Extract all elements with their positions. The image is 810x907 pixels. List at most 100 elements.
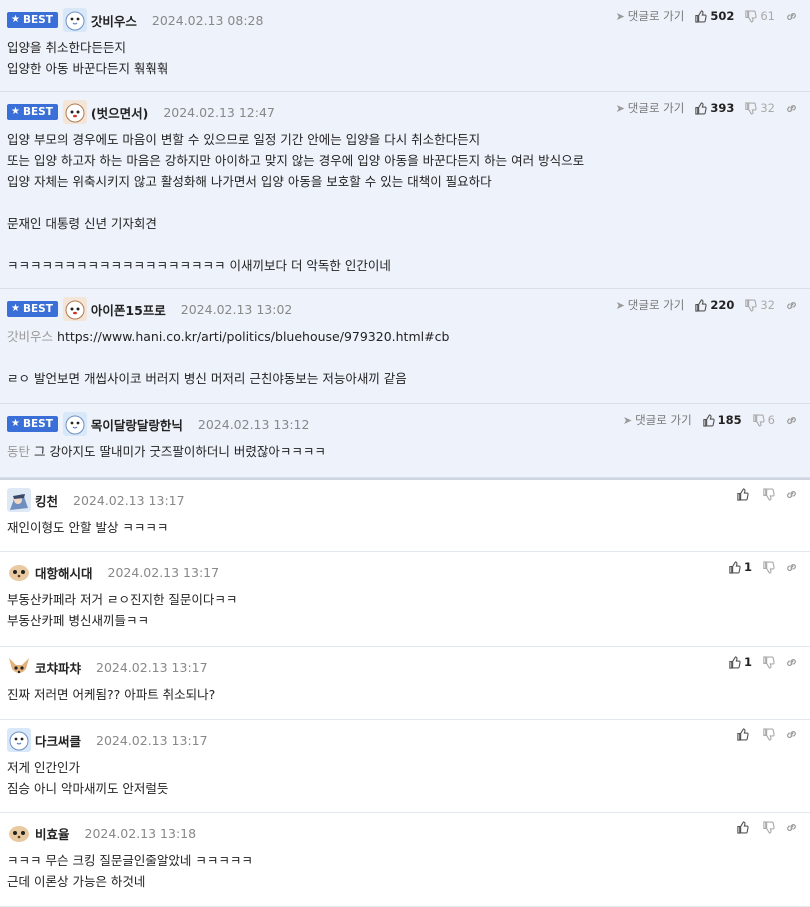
downvote-button[interactable] — [762, 821, 775, 834]
go-to-comment-link[interactable]: ➤ 댓글로 가기 — [616, 297, 685, 313]
link-button[interactable] — [785, 728, 798, 741]
go-to-comment-link[interactable]: ➤ 댓글로 가기 — [623, 412, 692, 428]
thumbs-up-icon — [695, 298, 707, 312]
upvote-button[interactable] — [736, 488, 752, 501]
comment-item: 킹천 2024.02.13 13:17 재인이형도 안할 발상 ㅋㅋㅋㅋ — [0, 478, 810, 552]
nickname[interactable]: 다크써클 — [35, 731, 81, 750]
thumbs-up-icon — [737, 488, 749, 501]
send-arrow-icon: ➤ — [615, 101, 625, 115]
avatar[interactable] — [62, 412, 87, 436]
upvote-button[interactable]: 220 — [694, 298, 734, 312]
avatar[interactable] — [7, 655, 31, 679]
avatar[interactable] — [62, 100, 87, 124]
comment-item: ★ BEST 갓비우스 2024.02.13 08:28 ➤ 댓글로 가기 502 … — [0, 0, 810, 92]
best-badge: ★ BEST — [7, 301, 58, 317]
link-button[interactable] — [785, 488, 798, 501]
link-button[interactable] — [785, 561, 798, 574]
thumbs-down-icon — [763, 488, 775, 501]
downvote-button[interactable] — [762, 560, 775, 574]
upvote-button[interactable]: 185 — [702, 413, 742, 427]
reply-target[interactable]: 동탄 — [7, 444, 30, 459]
link-button[interactable] — [785, 10, 798, 23]
link-icon — [787, 731, 796, 738]
nickname[interactable]: (벗으면서) — [91, 103, 148, 122]
comment-text: 재인이형도 안할 발상 ㅋㅋㅋㅋ — [7, 520, 169, 535]
downvote-button[interactable] — [762, 655, 775, 669]
nickname[interactable]: 대항해시대 — [35, 563, 93, 582]
timestamp: 2024.02.13 13:17 — [96, 659, 208, 675]
thumbs-down-icon — [745, 9, 757, 23]
comment-text: 입양 부모의 경우에도 마음이 변할 수 있으므로 일정 기간 안에는 입양을 … — [7, 132, 585, 273]
link-button[interactable] — [785, 102, 798, 115]
thumbs-down-icon — [763, 655, 775, 669]
avatar[interactable] — [7, 560, 31, 584]
downvote-button[interactable] — [762, 488, 775, 501]
reply-target[interactable]: 갓비우스 — [7, 329, 53, 344]
upvote-button[interactable]: 502 — [694, 9, 734, 23]
downvote-button[interactable]: 6 — [752, 413, 775, 427]
upvote-button[interactable]: 1 — [728, 560, 752, 574]
comment-item: 비효율 2024.02.13 13:18 ㅋㅋㅋ 무슨 크킹 질문글인줄알았네 … — [0, 813, 810, 907]
link-icon — [787, 824, 796, 831]
thumbs-down-icon — [763, 821, 775, 834]
avatar[interactable] — [7, 821, 31, 845]
link-icon — [787, 104, 796, 112]
comment-text: 갓비우스 https://www.hani.co.kr/arti/politics… — [7, 329, 450, 386]
link-icon — [787, 491, 796, 498]
link-button[interactable] — [785, 414, 798, 427]
avatar[interactable] — [7, 488, 31, 512]
link-icon — [787, 301, 796, 309]
link-button[interactable] — [785, 656, 798, 669]
nickname[interactable]: 목이달랑달랑한닉 — [91, 415, 183, 434]
downvote-button[interactable]: 32 — [744, 298, 775, 312]
thumbs-up-icon — [737, 821, 749, 834]
thumbs-up-icon — [729, 560, 741, 574]
thumbs-up-icon — [702, 413, 715, 427]
nickname[interactable]: 갓비우스 — [91, 11, 137, 30]
nickname[interactable]: 코챠파챠 — [35, 658, 81, 677]
upvote-count: 393 — [710, 101, 735, 115]
thumbs-up-icon — [729, 655, 741, 669]
comment-item: 다크써클 2024.02.13 13:17 저게 인간인가 짐승 아니 악마새끼… — [0, 720, 810, 813]
nickname[interactable]: 아이폰15프로 — [91, 300, 166, 319]
downvote-button[interactable] — [762, 728, 775, 741]
upvote-count: 1 — [743, 655, 752, 669]
upvote-count: 185 — [717, 413, 742, 427]
thumbs-down-icon — [745, 298, 757, 312]
timestamp: 2024.02.13 13:17 — [107, 564, 220, 580]
comment-list: ★ BEST 갓비우스 2024.02.13 08:28 ➤ 댓글로 가기 502 … — [0, 0, 810, 907]
star-icon: ★ — [11, 303, 20, 314]
link-button[interactable] — [785, 821, 798, 834]
link-button[interactable] — [785, 299, 798, 312]
downvote-count: 61 — [760, 9, 775, 23]
upvote-button[interactable] — [736, 821, 752, 834]
thumbs-down-icon — [763, 560, 775, 574]
comment-item: ★ BEST (벗으면서) 2024.02.13 12:47 ➤ 댓글로 가기 39… — [0, 92, 810, 289]
go-to-comment-link[interactable]: ➤ 댓글로 가기 — [616, 100, 685, 116]
timestamp: 2024.02.13 08:28 — [151, 12, 264, 28]
thumbs-up-icon — [695, 9, 707, 23]
timestamp: 2024.02.13 13:17 — [96, 732, 208, 748]
downvote-count: 32 — [760, 101, 775, 115]
avatar[interactable] — [62, 8, 87, 32]
star-icon: ★ — [11, 106, 20, 117]
upvote-button[interactable]: 393 — [694, 101, 734, 115]
upvote-button[interactable]: 1 — [728, 655, 752, 669]
send-arrow-icon: ➤ — [615, 9, 625, 23]
avatar[interactable] — [62, 297, 87, 321]
nickname[interactable]: 비효율 — [35, 824, 70, 843]
downvote-button[interactable]: 61 — [744, 9, 775, 23]
send-arrow-icon: ➤ — [622, 413, 633, 427]
avatar[interactable] — [7, 728, 31, 752]
upvote-button[interactable] — [736, 728, 752, 741]
go-to-comment-link[interactable]: ➤ 댓글로 가기 — [616, 8, 685, 24]
upvote-count: 220 — [710, 298, 735, 312]
best-badge: ★ BEST — [7, 104, 58, 120]
nickname[interactable]: 킹천 — [35, 491, 58, 510]
link-icon — [787, 658, 796, 666]
thumbs-up-icon — [737, 728, 749, 741]
comment-text: 부동산카페라 저거 ㄹㅇ진지한 질문이다ㅋㅋ 부동산카페 병신새끼들ㅋㅋ — [7, 592, 238, 628]
downvote-button[interactable]: 32 — [744, 101, 775, 115]
downvote-count: 6 — [767, 413, 775, 427]
thumbs-down-icon — [752, 413, 765, 427]
